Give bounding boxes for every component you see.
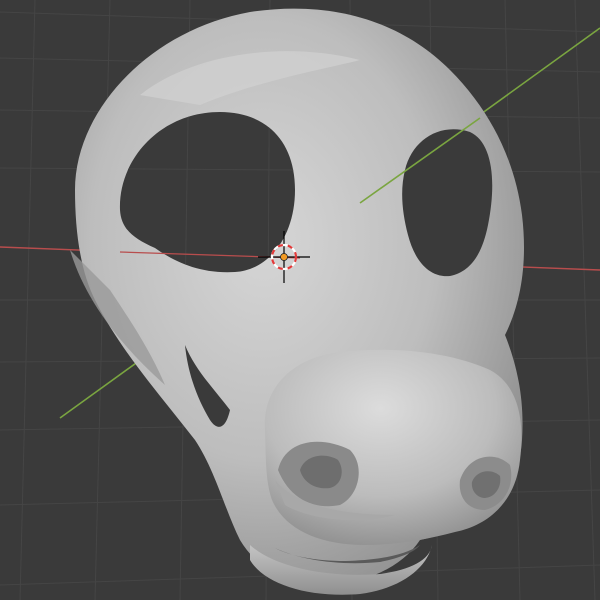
3d-viewport[interactable] [0, 0, 600, 600]
viewport-canvas[interactable] [0, 0, 600, 600]
object-origin-icon [280, 253, 288, 261]
